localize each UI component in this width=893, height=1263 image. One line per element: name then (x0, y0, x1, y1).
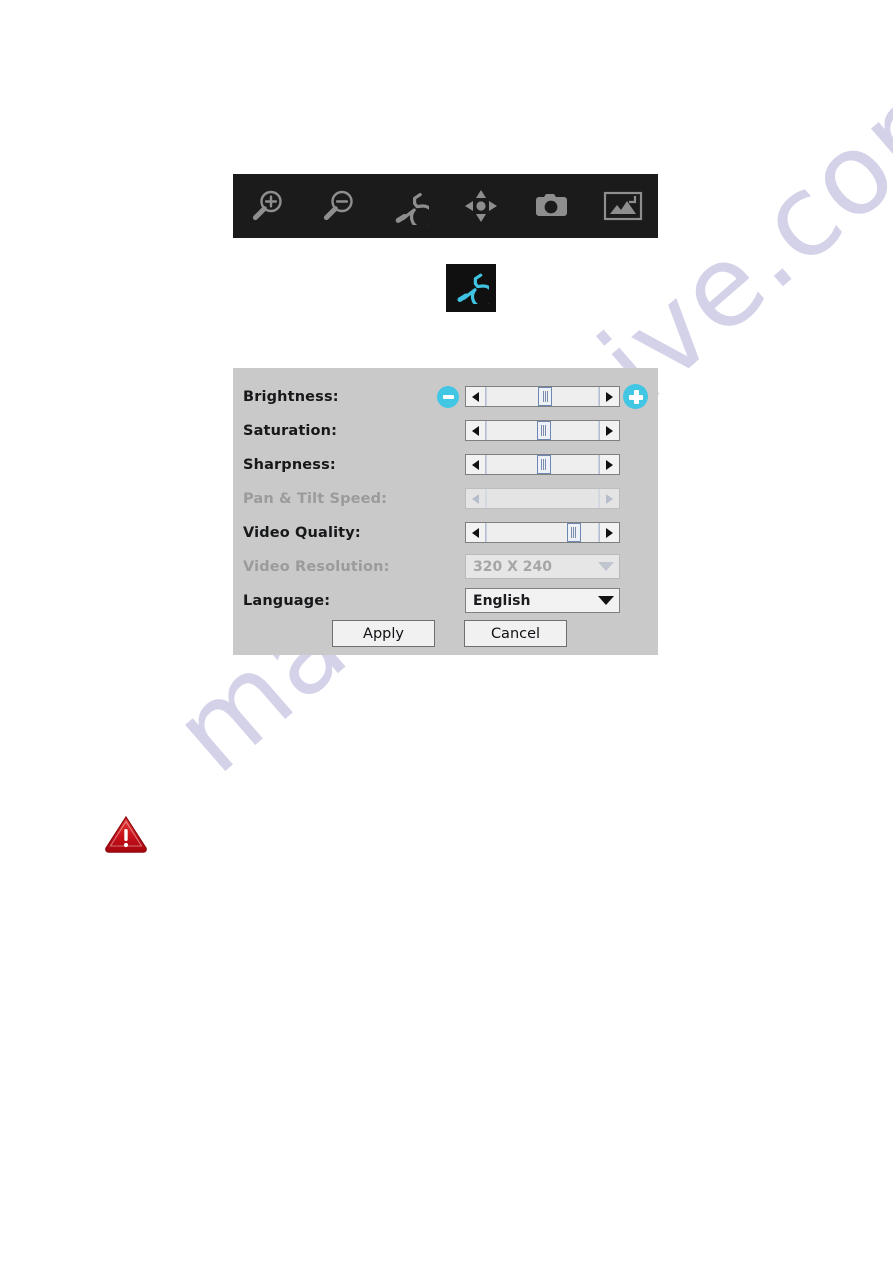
warning-triangle-icon (104, 814, 148, 854)
slider-thumb[interactable] (538, 387, 553, 406)
setting-label: Video Resolution: (243, 559, 390, 575)
camera-viewer-toolbar (233, 174, 658, 238)
fullscreen-icon (603, 190, 643, 222)
settings-button[interactable] (382, 181, 438, 231)
slider-right-arrow[interactable] (599, 387, 619, 406)
dropdown-value: English (473, 592, 531, 609)
chevron-down-icon[interactable] (593, 589, 619, 612)
slider-track (486, 489, 599, 508)
zoom-out-icon (320, 187, 358, 225)
plus-circle-icon[interactable] (623, 384, 648, 409)
dropdown-value: 320 X 240 (473, 558, 552, 575)
setting-row-video-resolution: Video Resolution: 320 X 240 (233, 550, 658, 584)
slider-track[interactable] (486, 455, 599, 474)
slider-track[interactable] (486, 421, 599, 440)
setting-label: Sharpness: (243, 457, 336, 473)
slider-right-arrow (599, 489, 619, 508)
slider-right-arrow[interactable] (599, 421, 619, 440)
setting-label: Saturation: (243, 423, 338, 439)
slider-thumb[interactable] (566, 523, 581, 542)
apply-button[interactable]: Apply (332, 620, 435, 647)
pan-tilt-speed-slider (465, 488, 620, 509)
slider-right-arrow[interactable] (599, 523, 619, 542)
pan-tilt-button[interactable] (453, 181, 509, 231)
sharpness-slider[interactable] (465, 454, 620, 475)
setting-row-brightness: Brightness: (233, 380, 658, 414)
setting-row-language: Language: English (233, 584, 658, 618)
setting-row-sharpness: Sharpness: (233, 448, 658, 482)
camera-settings-dialog: Brightness: Saturation: Sharpness: Pan &… (233, 368, 658, 655)
video-resolution-dropdown: 320 X 240 (465, 554, 620, 579)
setting-row-pan-tilt-speed: Pan & Tilt Speed: (233, 482, 658, 516)
slider-track[interactable] (486, 387, 599, 406)
slider-thumb[interactable] (536, 455, 551, 474)
slider-right-arrow[interactable] (599, 455, 619, 474)
slider-track[interactable] (486, 523, 599, 542)
slider-thumb[interactable] (536, 421, 551, 440)
saturation-slider[interactable] (465, 420, 620, 441)
brightness-slider[interactable] (465, 386, 620, 407)
setting-label: Brightness: (243, 389, 339, 405)
camera-icon (533, 190, 571, 222)
slider-left-arrow[interactable] (466, 387, 486, 406)
pan-tilt-icon (463, 188, 499, 224)
setting-row-video-quality: Video Quality: (233, 516, 658, 550)
zoom-in-button[interactable] (240, 181, 296, 231)
slider-left-arrow[interactable] (466, 421, 486, 440)
settings-icon-highlight[interactable] (446, 264, 496, 312)
slider-left-arrow (466, 489, 486, 508)
chevron-down-icon (593, 555, 619, 578)
fullscreen-button[interactable] (595, 181, 651, 231)
setting-label: Pan & Tilt Speed: (243, 491, 388, 507)
zoom-out-button[interactable] (311, 181, 367, 231)
zoom-in-icon (249, 187, 287, 225)
cancel-button[interactable]: Cancel (464, 620, 567, 647)
video-quality-slider[interactable] (465, 522, 620, 543)
wrench-icon (453, 268, 496, 309)
setting-label: Video Quality: (243, 525, 361, 541)
setting-row-saturation: Saturation: (233, 414, 658, 448)
wrench-icon (391, 187, 430, 225)
setting-label: Language: (243, 593, 331, 609)
slider-left-arrow[interactable] (466, 523, 486, 542)
language-dropdown[interactable]: English (465, 588, 620, 613)
minus-circle-icon[interactable] (437, 386, 459, 408)
slider-left-arrow[interactable] (466, 455, 486, 474)
snapshot-button[interactable] (524, 181, 580, 231)
